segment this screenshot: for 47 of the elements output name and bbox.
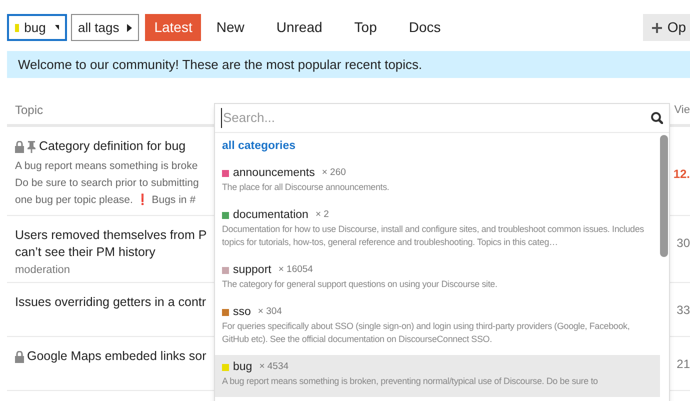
plus-icon [652, 22, 662, 32]
nav-tab[interactable]: Unread [267, 14, 332, 41]
welcome-banner: Welcome to our community! These are the most popular recent topics. [7, 51, 690, 78]
topic-title[interactable]: Users removed themselves from P [15, 227, 207, 244]
category-description: The category for general support questions on using your Discourse site. [222, 278, 498, 291]
nav-tab[interactable]: New [207, 14, 254, 41]
new-topic-button[interactable]: Op [643, 14, 690, 41]
topic-count: × 16054 [278, 263, 313, 277]
topic-excerpt: Do be sure to search prior to submitting [15, 176, 200, 191]
category-description: For queries specifically about SSO (single sign-on) and login using third-party providers (Google, Facebook, GitHub etc). See the official documentation on DiscourseConnect SSO. [222, 320, 631, 346]
nav-tab[interactable]: Top [345, 14, 386, 41]
topic-count: × 4534 [259, 360, 289, 374]
view-count: 33 [676, 302, 690, 319]
nav-tab[interactable]: Docs [400, 14, 450, 41]
category-name: announcements [233, 166, 315, 180]
search-field[interactable]: Search... [221, 108, 651, 128]
category-description: A bug report means something is broken, preventing normal/typical use of Discourse. Do be sure to [222, 375, 599, 388]
topic-count: × 2 [315, 208, 329, 222]
view-count: 30 [676, 235, 690, 252]
column-header: Topic [14, 102, 44, 119]
all-categories-option[interactable]: all categories [215, 133, 660, 161]
category-filter[interactable]: bug [7, 14, 67, 41]
topic-tag[interactable]: moderation [15, 262, 214, 278]
nav-tab[interactable]: Latest [145, 14, 202, 41]
topic-count: × 304 [258, 305, 282, 319]
view-count: 12. [673, 166, 690, 183]
topic-title[interactable]: Google Maps embeded links sor [27, 348, 206, 365]
category-option[interactable]: bug × 4534 A bug report means something is broken, preventing normal/typical use of Discourse. Do be sure to [215, 355, 660, 397]
topic-count: × 260 [322, 166, 346, 180]
scrollbar[interactable] [660, 135, 668, 257]
caret-right-icon [127, 24, 132, 32]
category-name: documentation [233, 208, 308, 222]
category-description: Documentation for how to use Discourse, install and configure sites, and troubleshoot common issues. Includes topics for tutorials, how-tos, general reference and troubleshooting. Topics in this categ… [222, 223, 645, 249]
category-name: bug [233, 360, 252, 374]
topic-title[interactable]: Category definition for bug [39, 138, 186, 155]
topic-title[interactable]: can’t see their PM history [15, 244, 207, 261]
tag-filter[interactable]: all tags [71, 14, 140, 41]
caret-down-icon [54, 25, 59, 30]
view-count: 21 [676, 356, 690, 373]
category-name: support [233, 263, 272, 277]
search-icon [651, 112, 663, 124]
category-name: sso [233, 305, 251, 319]
category-description: The place for all Discourse announcements. [222, 181, 390, 194]
topic-title[interactable]: Issues overriding getters in a contr [15, 294, 206, 311]
column-header: Vie [674, 102, 690, 118]
topic-excerpt: one bug per topic please. ❗ Bugs in # [15, 192, 197, 208]
topic-excerpt: A bug report means something is broke [15, 159, 199, 174]
